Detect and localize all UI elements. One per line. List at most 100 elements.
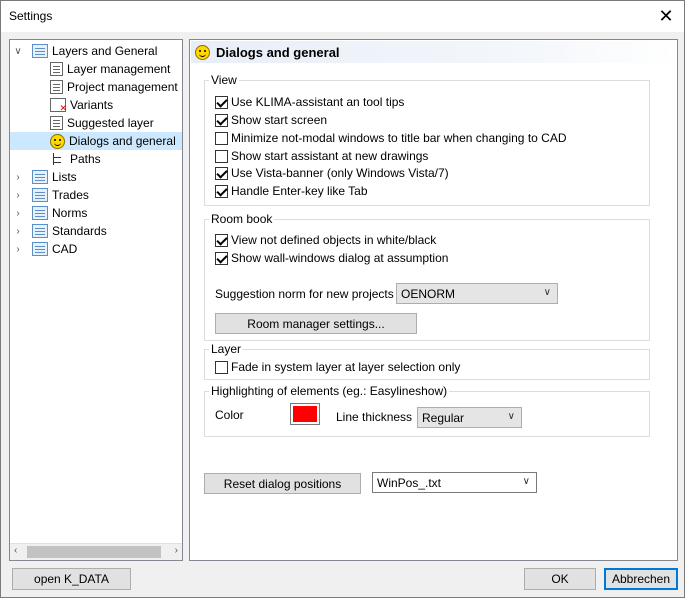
panel-title: Dialogs and general <box>216 44 340 60</box>
option-label: Use KLIMA-assistant an tool tips <box>231 95 405 109</box>
option-minimize-windows[interactable]: Minimize not-modal windows to title bar … <box>215 130 567 146</box>
checkbox[interactable] <box>215 251 228 265</box>
window-title: Settings <box>9 9 53 23</box>
suggestion-norm-select[interactable]: OENORM ∨ <box>396 283 558 304</box>
tree-item-label: Lists <box>52 170 77 184</box>
settings-tree[interactable]: ∨ Layers and General Layer management Pr… <box>9 39 183 561</box>
layer-group-label: Layer <box>209 342 244 356</box>
list-icon <box>32 206 48 220</box>
tree-item-label: Trades <box>52 188 89 202</box>
chevron-down-icon: ∨ <box>543 287 551 298</box>
open-k-data-button[interactable]: open K_DATA <box>12 568 131 590</box>
checkbox[interactable] <box>215 233 228 247</box>
chevron-down-icon: ∨ <box>522 476 530 487</box>
highlighting-group-label: Highlighting of elements (eg.: Easylines… <box>209 384 450 398</box>
tree-item-variants[interactable]: Variants <box>50 96 113 114</box>
checkbox[interactable] <box>215 95 228 109</box>
tree-item-lists[interactable]: › Lists <box>12 168 77 186</box>
line-thickness-select[interactable]: Regular ∨ <box>417 407 522 428</box>
checkbox[interactable] <box>215 131 228 145</box>
tree-item-label: CAD <box>52 242 78 256</box>
list-icon <box>32 170 48 184</box>
highlight-color-swatch[interactable] <box>290 403 320 425</box>
tree-item-suggested-layer[interactable]: Suggested layer <box>50 114 154 132</box>
tree-item-label: Layers and General <box>52 44 158 58</box>
option-vista-banner[interactable]: Use Vista-banner (only Windows Vista/7) <box>215 165 449 181</box>
line-thickness-label: Line thickness <box>336 410 413 424</box>
winpos-file-value: WinPos_.txt <box>377 475 442 490</box>
tree-item-standards[interactable]: › Standards <box>12 222 107 240</box>
tree-item-paths[interactable]: Paths <box>50 150 101 168</box>
tree-item-label: Dialogs and general <box>69 134 176 148</box>
settings-panel: Dialogs and general View Use KLIMA-assis… <box>189 39 678 561</box>
scroll-right-icon[interactable]: › <box>175 545 178 556</box>
chevron-right-icon[interactable]: › <box>12 208 24 219</box>
panel-header: Dialogs and general <box>191 41 676 63</box>
option-label: Show start screen <box>231 113 328 127</box>
list-icon <box>32 224 48 238</box>
chevron-down-icon[interactable]: ∨ <box>12 46 24 57</box>
option-label: Minimize not-modal windows to title bar … <box>231 131 567 145</box>
checkbox[interactable] <box>215 166 228 180</box>
smiley-icon <box>50 133 65 149</box>
horizontal-scrollbar[interactable]: ‹ › <box>10 543 182 560</box>
option-klima-assistant[interactable]: Use KLIMA-assistant an tool tips <box>215 94 404 110</box>
reset-dialog-positions-button[interactable]: Reset dialog positions <box>204 473 361 494</box>
tree-item-label: Paths <box>70 152 101 166</box>
scroll-left-icon[interactable]: ‹ <box>14 545 17 556</box>
list-icon <box>32 242 48 256</box>
ok-button[interactable]: OK <box>524 568 596 590</box>
option-start-assistant[interactable]: Show start assistant at new drawings <box>215 148 428 164</box>
room-manager-settings-button[interactable]: Room manager settings... <box>215 313 417 334</box>
tree-item-norms[interactable]: › Norms <box>12 204 87 222</box>
line-thickness-value: Regular <box>422 410 465 425</box>
chevron-right-icon[interactable]: › <box>12 226 24 237</box>
chevron-down-icon: ∨ <box>507 411 515 422</box>
title-bar: Settings ✕ <box>1 1 684 32</box>
option-wall-windows-dialog[interactable]: Show wall-windows dialog at assumption <box>215 250 448 266</box>
tree-item-layer-management[interactable]: Layer management <box>50 60 170 78</box>
chevron-right-icon[interactable]: › <box>12 244 24 255</box>
winpos-file-select[interactable]: WinPos_.txt ∨ <box>372 472 537 493</box>
checkbox[interactable] <box>215 360 228 374</box>
paths-icon <box>50 152 66 166</box>
option-label: View not defined objects in white/black <box>231 233 437 247</box>
option-label: Show start assistant at new drawings <box>231 149 429 163</box>
tree-item-label: Project management <box>67 80 178 94</box>
checkbox[interactable] <box>215 149 228 163</box>
tree-item-label: Layer management <box>67 62 171 76</box>
room-book-group-label: Room book <box>209 212 275 226</box>
tree-item-label: Variants <box>70 98 114 112</box>
cancel-button[interactable]: Abbrechen <box>604 568 678 590</box>
suggestion-norm-value: OENORM <box>401 286 455 301</box>
option-enter-key-tab[interactable]: Handle Enter-key like Tab <box>215 183 368 199</box>
tree-item-dialogs-and-general[interactable]: Dialogs and general <box>10 132 182 150</box>
list-icon <box>32 44 48 58</box>
tree-item-project-management[interactable]: Project management <box>50 78 178 96</box>
checkbox[interactable] <box>215 184 228 198</box>
tree-item-trades[interactable]: › Trades <box>12 186 89 204</box>
chevron-right-icon[interactable]: › <box>12 190 24 201</box>
suggestion-norm-label: Suggestion norm for new projects <box>215 287 394 301</box>
option-label: Fade in system layer at layer selection … <box>231 360 461 374</box>
checkbox[interactable] <box>215 113 228 127</box>
settings-window: Settings ✕ ∨ Layers and General Layer ma… <box>0 0 685 598</box>
tree-item-cad[interactable]: › CAD <box>12 240 77 258</box>
list-icon <box>32 188 48 202</box>
document-icon <box>50 80 63 94</box>
document-icon <box>50 62 63 76</box>
chevron-right-icon[interactable]: › <box>12 172 24 183</box>
option-label: Handle Enter-key like Tab <box>231 184 368 198</box>
option-start-screen[interactable]: Show start screen <box>215 112 327 128</box>
option-label: Use Vista-banner (only Windows Vista/7) <box>231 166 449 180</box>
scrollbar-thumb[interactable] <box>27 546 161 558</box>
close-icon[interactable]: ✕ <box>654 4 678 28</box>
view-group-label: View <box>209 73 239 87</box>
option-fade-system-layer[interactable]: Fade in system layer at layer selection … <box>215 359 460 375</box>
color-label: Color <box>215 408 244 422</box>
tree-item-label: Standards <box>52 224 107 238</box>
tree-item-label: Suggested layer <box>67 116 154 130</box>
tree-item-layers-and-general[interactable]: ∨ Layers and General <box>12 42 157 60</box>
option-label: Show wall-windows dialog at assumption <box>231 251 449 265</box>
option-not-defined-objects[interactable]: View not defined objects in white/black <box>215 232 436 248</box>
